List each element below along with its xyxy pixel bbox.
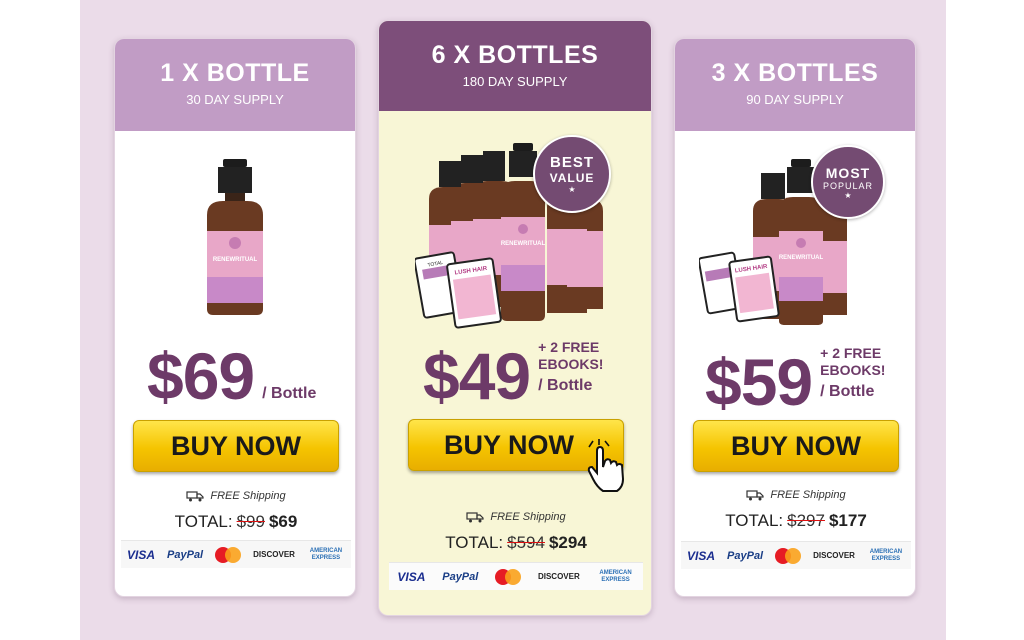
badge-line-1: MOST	[825, 164, 871, 181]
card-header: 3 X BOTTLES 90 DAY SUPPLY	[675, 39, 915, 131]
payment-methods: VISA PayPal DISCOVER AMERICAN EXPRESS	[389, 562, 643, 590]
offer-quantity: 3 X BOTTLES	[711, 59, 879, 87]
bonus-line-2: EBOOKS!	[820, 362, 886, 378]
free-shipping-label: FREE Shipping	[490, 511, 566, 523]
total-label: TOTAL:	[174, 512, 233, 531]
price-row: $59 + 2 FREE EBOOKS! / Bottle	[705, 345, 885, 415]
price-row: $69 / Bottle	[147, 343, 316, 409]
price: $69	[147, 339, 255, 413]
total-old-price: $99	[236, 512, 265, 531]
badge-line-1: BEST	[549, 154, 594, 171]
bottle-brand-text: RENEWRITUAL	[213, 257, 258, 263]
free-shipping-label: FREE Shipping	[210, 490, 286, 502]
payment-methods: VISA PayPal DISCOVER AMERICAN EXPRESS	[121, 540, 351, 568]
total-old-price: $297	[787, 511, 825, 530]
card-header: 1 X BOTTLE 30 DAY SUPPLY	[115, 39, 355, 131]
order-total: TOTAL: $297 $177	[675, 511, 915, 531]
bonus-line-1: + 2 FREE	[538, 339, 600, 355]
price: $49	[423, 339, 531, 413]
offer-supply: 30 DAY SUPPLY	[186, 92, 284, 107]
price: $59	[705, 345, 813, 419]
visa-logo: VISA	[687, 548, 716, 563]
discover-logo: DISCOVER	[253, 550, 295, 559]
offer-supply: 90 DAY SUPPLY	[746, 92, 844, 107]
hand-cursor-icon	[587, 439, 625, 492]
buy-now-button[interactable]: BUY NOW	[693, 420, 899, 472]
bonus-line-2: EBOOKS!	[538, 356, 604, 372]
offer-card-1-bottle: 1 X BOTTLE 30 DAY SUPPLY RENEWRITUAL $69…	[114, 38, 356, 597]
price-row: $49 + 2 FREE EBOOKS! / Bottle	[423, 339, 603, 409]
bonus-info: + 2 FREE EBOOKS! / Bottle	[820, 345, 885, 400]
discover-logo: DISCOVER	[537, 572, 580, 581]
star-icon: ★	[844, 190, 852, 200]
offer-card-3-bottles: 3 X BOTTLES 90 DAY SUPPLY RENEWRITUAL LU…	[674, 38, 916, 597]
amex-logo: AMERICAN EXPRESS	[869, 548, 903, 562]
badge-line-2: POPULAR	[822, 180, 873, 191]
mastercard-logo	[495, 568, 522, 585]
product-bottle-image: RENEWRITUAL	[207, 159, 263, 315]
ebook-covers: LUSH HAIR	[699, 251, 780, 323]
paypal-logo: PayPal	[167, 548, 204, 561]
truck-icon	[746, 489, 764, 500]
offer-quantity: 1 X BOTTLE	[160, 59, 310, 87]
offer-supply: 180 DAY SUPPLY	[462, 74, 568, 89]
amex-logo: AMERICAN EXPRESS	[599, 569, 632, 583]
per-unit-label: / Bottle	[262, 385, 317, 402]
order-total: TOTAL: $99 $69	[115, 512, 355, 532]
truck-icon	[466, 511, 484, 522]
best-value-badge: BEST VALUE ★	[533, 135, 611, 213]
free-shipping-label: FREE Shipping	[770, 489, 846, 501]
per-unit-label: / Bottle	[820, 383, 875, 400]
payment-methods: VISA PayPal DISCOVER AMERICAN EXPRESS	[681, 541, 911, 569]
total-new-price: $294	[548, 533, 587, 552]
paypal-logo: PayPal	[442, 570, 479, 583]
truck-icon	[186, 490, 204, 501]
order-total: TOTAL: $594 $294	[379, 533, 651, 553]
ebook-covers: TOTAL LUSH HAIR	[415, 251, 502, 329]
card-header: 6 X BOTTLES 180 DAY SUPPLY	[379, 21, 651, 111]
bottle-brand-text: RENEWRITUAL	[501, 241, 546, 247]
star-icon: ★	[568, 185, 576, 194]
bottle-brand-text: RENEWRITUAL	[779, 255, 824, 261]
amex-logo: AMERICAN EXPRESS	[309, 547, 343, 561]
total-old-price: $594	[507, 533, 545, 552]
badge-line-2: VALUE	[549, 171, 595, 185]
offer-quantity: 6 X BOTTLES	[431, 41, 599, 69]
paypal-logo: PayPal	[727, 549, 764, 562]
total-new-price: $69	[268, 512, 298, 531]
free-shipping: FREE Shipping	[379, 511, 651, 523]
offer-card-6-bottles: 6 X BOTTLES 180 DAY SUPPLY RENEWRITUAL T…	[378, 20, 652, 616]
bonus-info: + 2 FREE EBOOKS! / Bottle	[538, 339, 603, 394]
mastercard-logo	[215, 546, 242, 563]
most-popular-badge: MOST POPULAR ★	[811, 145, 885, 219]
visa-logo: VISA	[127, 547, 156, 562]
total-label: TOTAL:	[445, 533, 504, 552]
total-label: TOTAL:	[725, 511, 784, 530]
total-new-price: $177	[828, 511, 867, 530]
visa-logo: VISA	[397, 569, 426, 584]
discover-logo: DISCOVER	[813, 551, 855, 560]
free-shipping: FREE Shipping	[675, 489, 915, 501]
free-shipping: FREE Shipping	[115, 490, 355, 502]
mastercard-logo	[775, 547, 802, 564]
buy-now-button[interactable]: BUY NOW	[133, 420, 339, 472]
bonus-line-1: + 2 FREE	[820, 345, 882, 361]
per-unit-label: / Bottle	[538, 377, 593, 394]
